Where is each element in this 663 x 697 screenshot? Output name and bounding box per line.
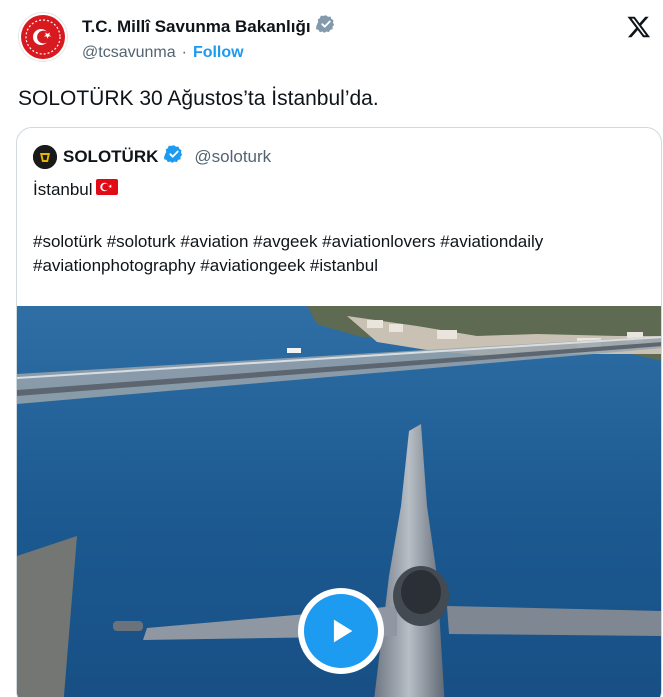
follow-button[interactable]: Follow [193, 43, 244, 63]
separator-dot: · [181, 44, 187, 61]
turkey-flag-icon [95, 179, 118, 201]
hashtags-line-1[interactable]: #solotürk #soloturk #aviation #avgeek #a… [33, 230, 643, 254]
author-handle-row: @tcsavunma · Follow [82, 43, 336, 63]
quoted-author-avatar [33, 144, 57, 169]
author-display-name[interactable]: T.C. Millî Savunma Bakanlığı [82, 16, 311, 38]
quoted-hashtags: #solotürk #soloturk #aviation #avgeek #a… [33, 230, 643, 278]
tweet-header: T.C. Millî Savunma Bakanlığı @tcsavunma … [16, 10, 656, 66]
x-logo-icon[interactable] [626, 14, 652, 40]
hashtags-line-2[interactable]: #aviationphotography #aviationgeek #ista… [33, 254, 643, 278]
quoted-display-name: SOLOTÜRK [63, 146, 159, 166]
quoted-handle: @soloturk [194, 146, 272, 166]
verified-badge-icon [315, 14, 336, 40]
video-thumbnail[interactable] [17, 306, 661, 697]
author-names: T.C. Millî Savunma Bakanlığı @tcsavunma … [82, 14, 336, 63]
author-avatar[interactable] [18, 12, 68, 62]
tweet-text: SOLOTÜRK 30 Ağustos’ta İstanbul’da. [18, 87, 379, 110]
crescent-star-emblem-icon [21, 15, 65, 59]
quoted-text-line: İstanbul [33, 179, 118, 201]
author-display-name-row[interactable]: T.C. Millî Savunma Bakanlığı [82, 14, 336, 40]
quoted-text-istanbul: İstanbul [33, 180, 93, 199]
quoted-tweet[interactable]: SOLOTÜRK @soloturk İstanbul #solotürk #s… [16, 127, 662, 697]
author-handle[interactable]: @tcsavunma [82, 43, 176, 63]
tweet-card[interactable]: T.C. Millî Savunma Bakanlığı @tcsavunma … [0, 0, 663, 697]
quoted-tweet-header: SOLOTÜRK @soloturk [33, 144, 271, 169]
play-button[interactable] [298, 588, 384, 674]
play-icon [304, 594, 378, 668]
verified-badge-icon [164, 144, 184, 169]
